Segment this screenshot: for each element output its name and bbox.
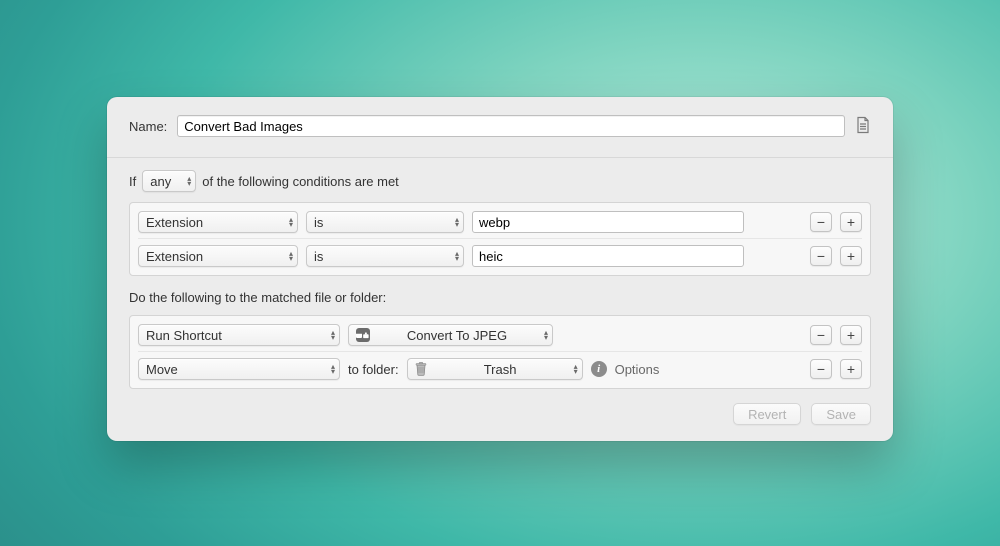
- chevron-updown-icon: ▴▾: [574, 364, 578, 374]
- chevron-updown-icon: ▴▾: [289, 217, 293, 227]
- add-action-button[interactable]: +: [840, 325, 862, 345]
- name-label: Name:: [129, 119, 167, 134]
- quantifier-value: any: [150, 174, 171, 189]
- action-row: Move ▴▾ to folder: Trash ▴▾ i Options − …: [138, 351, 862, 383]
- divider: [107, 157, 893, 158]
- quantifier-select[interactable]: any ▴▾: [142, 170, 196, 192]
- condition-value-input[interactable]: [472, 245, 744, 267]
- name-input[interactable]: [177, 115, 845, 137]
- chevron-updown-icon: ▴▾: [544, 330, 548, 340]
- actions-label: Do the following to the matched file or …: [129, 290, 871, 305]
- folder-value: Trash: [484, 362, 517, 377]
- chevron-updown-icon: ▴▾: [455, 251, 459, 261]
- remove-action-button[interactable]: −: [810, 325, 832, 345]
- if-row: If any ▴▾ of the following conditions ar…: [129, 170, 871, 192]
- add-condition-button[interactable]: +: [840, 246, 862, 266]
- action-type-select[interactable]: Run Shortcut ▴▾: [138, 324, 340, 346]
- remove-condition-button[interactable]: −: [810, 212, 832, 232]
- to-folder-label: to folder:: [348, 362, 399, 377]
- condition-attribute-value: Extension: [146, 215, 203, 230]
- revert-button[interactable]: Revert: [733, 403, 801, 425]
- conditions-box: Extension ▴▾ is ▴▾ − + Extension ▴▾ is ▴…: [129, 202, 871, 276]
- info-icon[interactable]: i: [591, 361, 607, 377]
- remove-condition-button[interactable]: −: [810, 246, 832, 266]
- save-button[interactable]: Save: [811, 403, 871, 425]
- add-action-button[interactable]: +: [840, 359, 862, 379]
- rule-editor-window: Name: If any ▴▾ of the following conditi…: [107, 97, 893, 441]
- if-prefix: If: [129, 174, 136, 189]
- action-type-select[interactable]: Move ▴▾: [138, 358, 340, 380]
- condition-attribute-select[interactable]: Extension ▴▾: [138, 245, 298, 267]
- condition-operator-value: is: [314, 215, 323, 230]
- chevron-updown-icon: ▴▾: [331, 330, 335, 340]
- chevron-updown-icon: ▴▾: [331, 364, 335, 374]
- add-condition-button[interactable]: +: [840, 212, 862, 232]
- remove-action-button[interactable]: −: [810, 359, 832, 379]
- if-suffix: of the following conditions are met: [202, 174, 399, 189]
- action-type-value: Move: [146, 362, 178, 377]
- condition-value-input[interactable]: [472, 211, 744, 233]
- footer: Revert Save: [129, 403, 871, 425]
- name-row: Name:: [129, 115, 871, 137]
- shortcut-icon: [356, 328, 370, 342]
- trash-icon: [415, 362, 427, 376]
- shortcut-value: Convert To JPEG: [407, 328, 507, 343]
- condition-operator-select[interactable]: is ▴▾: [306, 245, 464, 267]
- condition-operator-select[interactable]: is ▴▾: [306, 211, 464, 233]
- document-icon[interactable]: [855, 116, 871, 137]
- actions-box: Run Shortcut ▴▾ Convert To JPEG ▴▾ − + M…: [129, 315, 871, 389]
- shortcut-select[interactable]: Convert To JPEG ▴▾: [348, 324, 553, 346]
- condition-operator-value: is: [314, 249, 323, 264]
- condition-attribute-select[interactable]: Extension ▴▾: [138, 211, 298, 233]
- action-row: Run Shortcut ▴▾ Convert To JPEG ▴▾ − +: [138, 321, 862, 349]
- action-type-value: Run Shortcut: [146, 328, 222, 343]
- condition-row: Extension ▴▾ is ▴▾ − +: [138, 208, 862, 236]
- chevron-updown-icon: ▴▾: [289, 251, 293, 261]
- chevron-updown-icon: ▴▾: [187, 176, 191, 186]
- condition-attribute-value: Extension: [146, 249, 203, 264]
- folder-select[interactable]: Trash ▴▾: [407, 358, 583, 380]
- condition-row: Extension ▴▾ is ▴▾ − +: [138, 238, 862, 270]
- chevron-updown-icon: ▴▾: [455, 217, 459, 227]
- options-label[interactable]: Options: [615, 362, 660, 377]
